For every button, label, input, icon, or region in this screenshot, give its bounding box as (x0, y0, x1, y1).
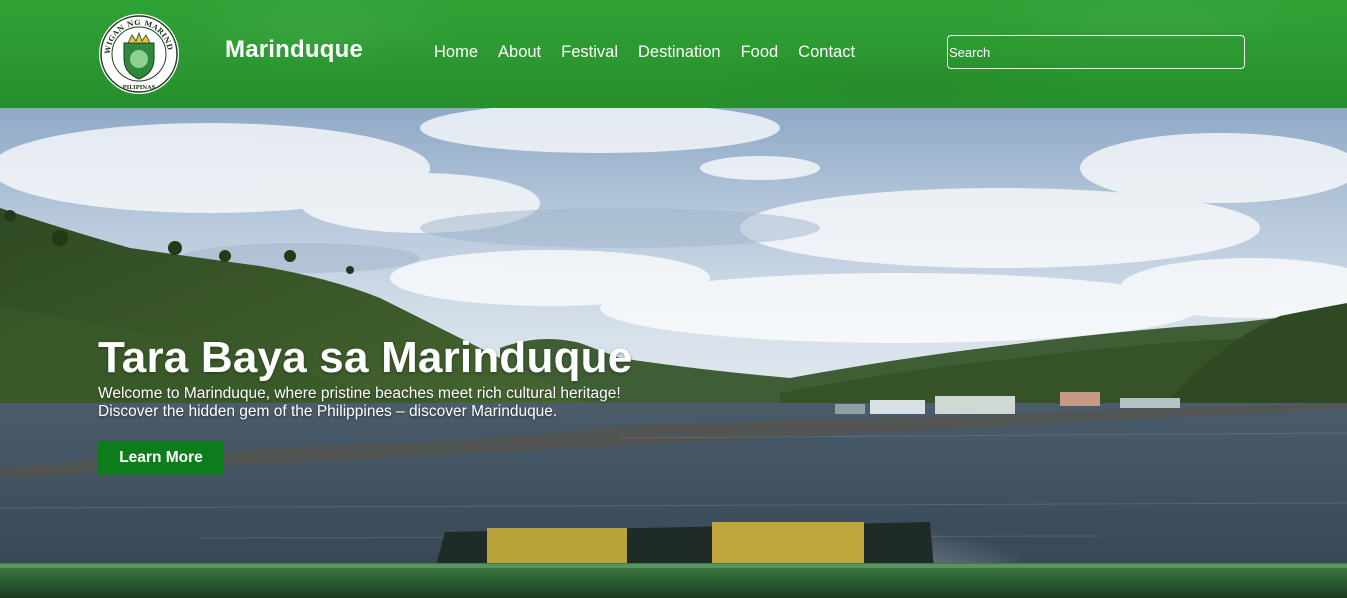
nav-festival[interactable]: Festival (561, 43, 618, 62)
provincial-seal-logo[interactable]: LALAWIGAN NG MARINDUQUE PILIPINAS (98, 13, 180, 95)
nav-destination[interactable]: Destination (638, 43, 721, 62)
hero-section: Tara Baya sa Marinduque Welcome to Marin… (0, 108, 1347, 598)
nav-contact[interactable]: Contact (798, 43, 855, 62)
nav-about[interactable]: About (498, 43, 541, 62)
hero-intro-line-2: Discover the hidden gem of the Philippin… (98, 403, 558, 420)
nav-home[interactable]: Home (434, 43, 478, 62)
hero-title: Tara Baya sa Marinduque (98, 333, 633, 382)
nav-food[interactable]: Food (741, 43, 779, 62)
hero-intro-line-1: Welcome to Marinduque, where pristine be… (98, 385, 621, 402)
site-header: LALAWIGAN NG MARINDUQUE PILIPINAS Marind… (0, 0, 1347, 108)
search-input[interactable] (947, 35, 1245, 69)
learn-more-button[interactable]: Learn More (98, 441, 224, 475)
logo-bottom-text: PILIPINAS (122, 85, 155, 91)
site-brand[interactable]: Marinduque (225, 36, 363, 64)
main-nav: Home About Festival Destination Food Con… (434, 43, 875, 62)
